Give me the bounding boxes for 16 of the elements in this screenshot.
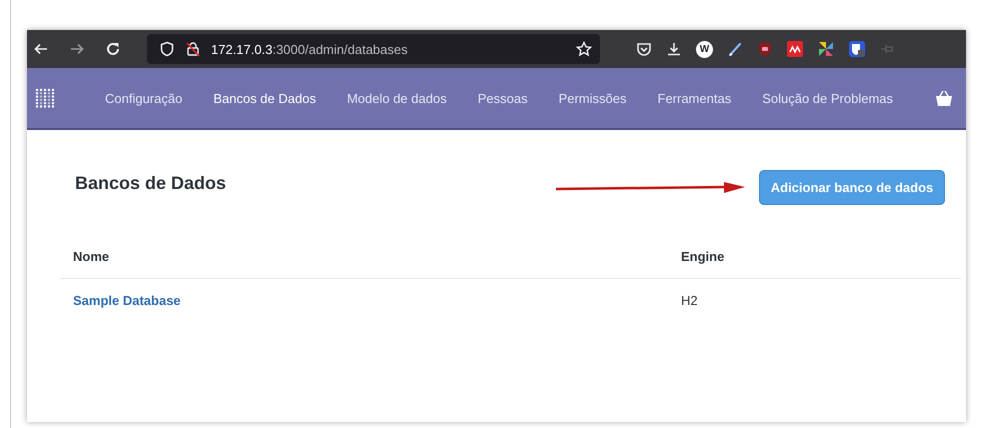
nav-link[interactable]: Permissões [558, 90, 626, 106]
address-bar[interactable]: 172.17.0.3:3000/admin/databases [147, 34, 600, 64]
nav-link[interactable]: Bancos de Dados [213, 90, 316, 106]
column-header: Engine [668, 249, 961, 278]
url-text: 172.17.0.3:3000/admin/databases [211, 42, 408, 56]
page-title: Bancos de Dados [75, 173, 228, 194]
nav-link[interactable]: Modelo de dados [346, 90, 447, 106]
column-header: Nome [60, 249, 668, 278]
database-link[interactable]: Sample Database [73, 293, 181, 308]
nav-link[interactable]: Solução de Problemas [762, 90, 894, 106]
w-extension-icon[interactable]: W [696, 40, 713, 58]
nav-link[interactable]: Ferramentas [658, 90, 732, 106]
nav-link[interactable]: Configuração [105, 90, 182, 106]
add-database-button[interactable]: Adicionar banco de dados [759, 170, 945, 205]
nav-link[interactable]: Pessoas [478, 90, 528, 106]
table-cell: H2 [668, 278, 961, 322]
